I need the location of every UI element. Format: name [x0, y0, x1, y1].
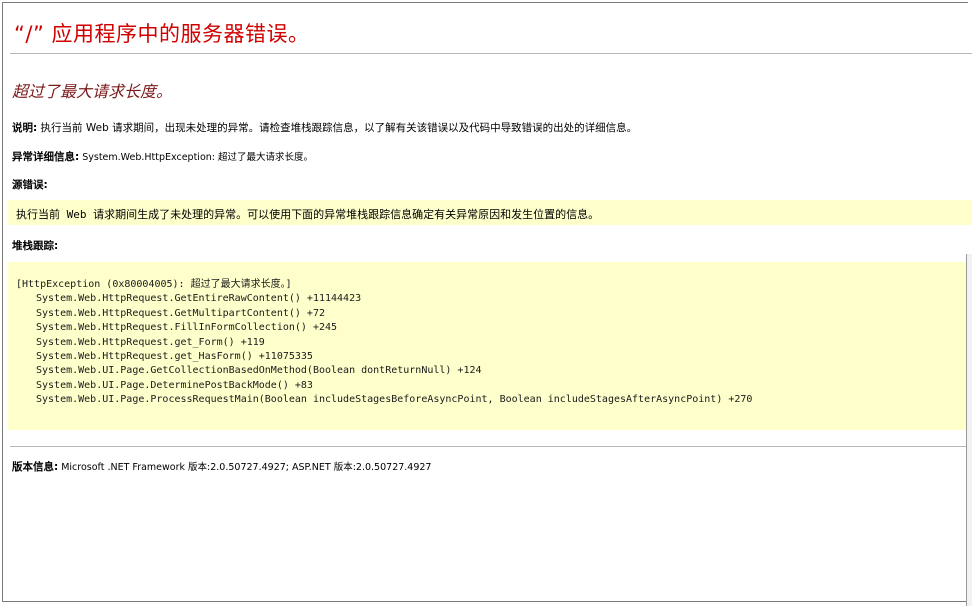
description-text: 执行当前 Web 请求期间，出现未处理的异常。请检查堆栈跟踪信息，以了解有关该错…: [37, 122, 638, 134]
exception-details-text: System.Web.HttpException: 超过了最大请求长度。: [79, 152, 313, 163]
stack-trace-header: [HttpException (0x80004005): 超过了最大请求长度。]: [16, 279, 292, 290]
stack-frame: System.Web.HttpRequest.get_HasForm() +11…: [36, 351, 313, 363]
error-message: 超过了最大请求长度。: [12, 82, 173, 101]
stack-trace-box: [HttpException (0x80004005): 超过了最大请求长度。]…: [8, 262, 972, 430]
stack-frame: System.Web.UI.Page.DeterminePostBackMode…: [36, 379, 313, 391]
stack-frame: System.Web.UI.Page.ProcessRequestMain(Bo…: [36, 394, 753, 406]
stack-trace-label: 堆栈跟踪:: [12, 240, 59, 252]
stack-frame: System.Web.HttpRequest.FillInFormCollect…: [36, 322, 338, 334]
version-info-label: 版本信息:: [12, 461, 59, 473]
version-divider: [10, 446, 966, 447]
stack-frame: System.Web.HttpRequest.GetMultipartConte…: [36, 307, 325, 319]
source-error-label: 源错误:: [12, 179, 48, 191]
stack-trace-code: [HttpException (0x80004005): 超过了最大请求长度。]…: [16, 278, 752, 408]
vertical-scrollbar[interactable]: [966, 254, 972, 606]
description-label: 说明:: [12, 122, 38, 134]
title-divider: [10, 53, 972, 54]
stack-frame: System.Web.HttpRequest.GetEntireRawConte…: [36, 293, 362, 305]
version-info-text: Microsoft .NET Framework 版本:2.0.50727.49…: [58, 462, 432, 473]
stack-trace-heading: 堆栈跟踪:: [12, 238, 58, 253]
page-title: “/” 应用程序中的服务器错误。: [14, 22, 310, 46]
stack-frame: System.Web.UI.Page.GetCollectionBasedOnM…: [36, 365, 482, 377]
version-info-line: 版本信息: Microsoft .NET Framework 版本:2.0.50…: [12, 459, 431, 474]
source-error-text: 执行当前 Web 请求期间生成了未处理的异常。可以使用下面的异常堆栈跟踪信息确定…: [16, 208, 600, 221]
description-line: 说明: 执行当前 Web 请求期间，出现未处理的异常。请检查堆栈跟踪信息，以了解…: [12, 120, 637, 135]
source-error-heading: 源错误:: [12, 177, 48, 192]
exception-details-label: 异常详细信息:: [12, 151, 80, 163]
stack-frame: System.Web.HttpRequest.get_Form() +119: [36, 336, 265, 348]
exception-details-line: 异常详细信息: System.Web.HttpException: 超过了最大请…: [12, 149, 313, 164]
source-error-box: 执行当前 Web 请求期间生成了未处理的异常。可以使用下面的异常堆栈跟踪信息确定…: [8, 200, 972, 225]
